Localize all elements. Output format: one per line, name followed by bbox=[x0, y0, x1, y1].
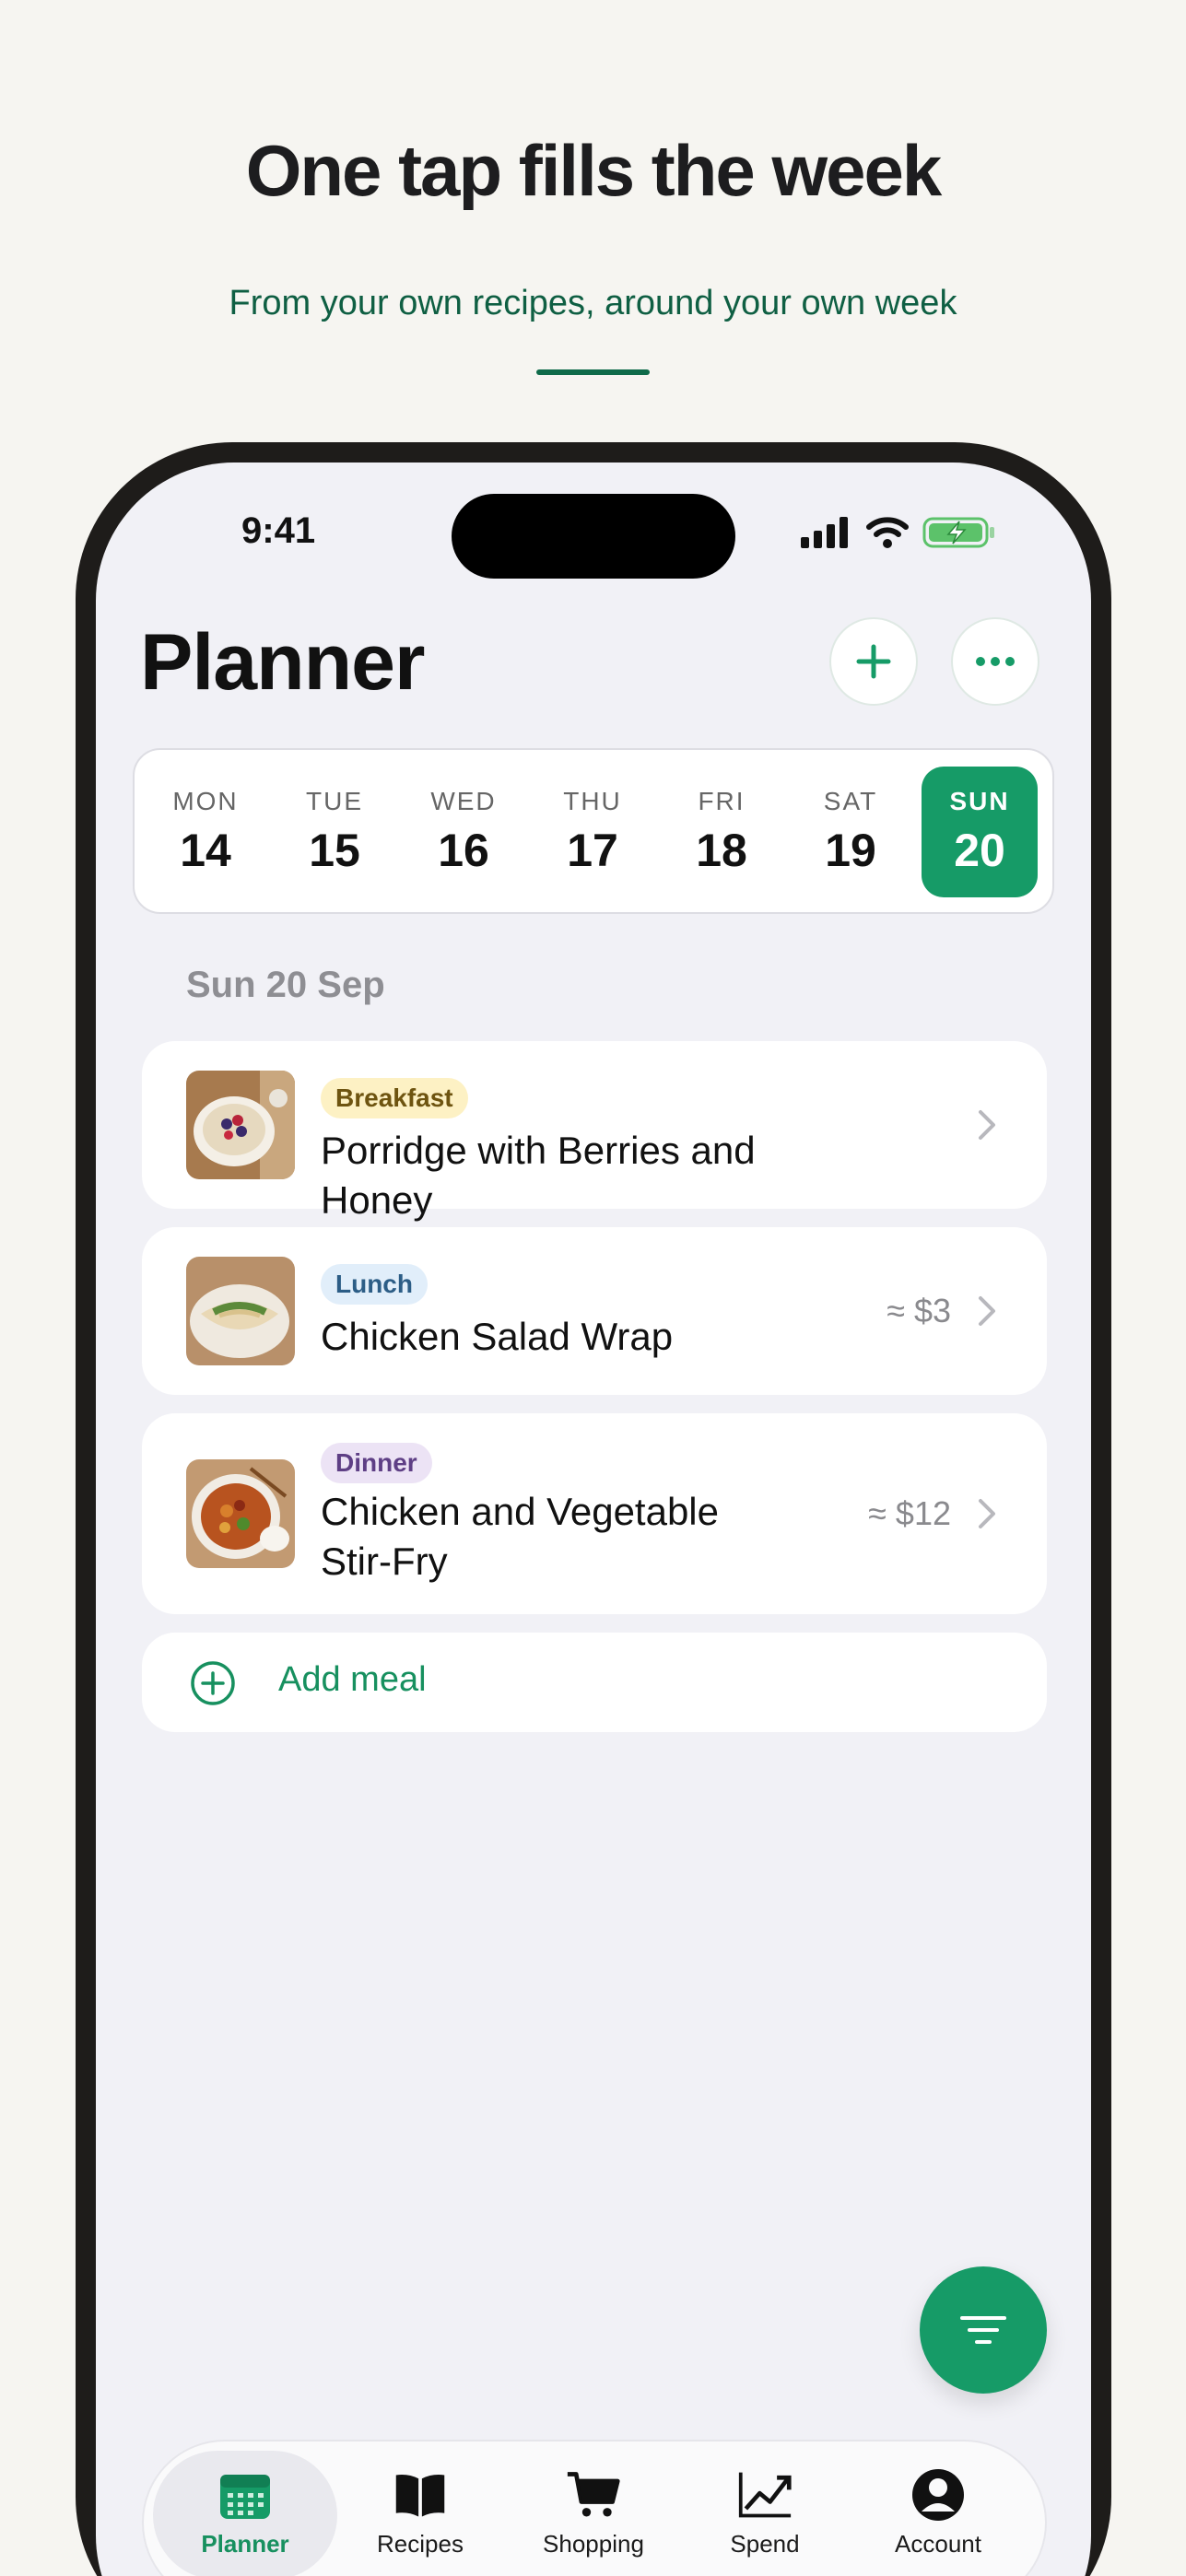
add-meal-button[interactable]: Add meal bbox=[142, 1633, 1047, 1732]
wifi-icon bbox=[866, 517, 909, 548]
day-number: 18 bbox=[696, 825, 747, 876]
day-label: TUE bbox=[306, 787, 363, 815]
page-title: Planner bbox=[140, 618, 425, 707]
ellipsis-icon bbox=[976, 657, 1015, 666]
day-label: THU bbox=[563, 787, 622, 815]
meal-card-lunch[interactable]: Lunch Chicken Salad Wrap ≈ $3 bbox=[142, 1227, 1047, 1395]
plus-circle-icon bbox=[191, 1661, 235, 1705]
day-label: WED bbox=[430, 787, 497, 815]
meal-name: Porridge with Berries and Honey bbox=[321, 1129, 756, 1222]
tab-spend[interactable]: Spend bbox=[673, 2451, 857, 2576]
more-button[interactable] bbox=[951, 617, 1039, 706]
tab-planner[interactable]: Planner bbox=[153, 2451, 337, 2576]
accent-divider bbox=[536, 369, 650, 375]
tab-label: Shopping bbox=[543, 2530, 644, 2558]
meal-card-dinner[interactable]: Dinner Chicken and Vegetable Stir-Fry ≈ … bbox=[142, 1413, 1047, 1614]
day-label: SAT bbox=[823, 787, 878, 815]
subhead: From your own recipes, around your own w… bbox=[229, 284, 957, 322]
chevron-right-icon bbox=[979, 1296, 995, 1326]
add-meal-label: Add meal bbox=[278, 1660, 427, 1699]
meal-name: Chicken and Vegetable Stir-Fry bbox=[321, 1490, 719, 1583]
day-tue[interactable]: TUE 15 bbox=[276, 767, 393, 897]
meal-tag: Lunch bbox=[321, 1264, 428, 1305]
tab-label: Account bbox=[895, 2530, 981, 2558]
day-number: 19 bbox=[825, 825, 876, 876]
section-date: Sun 20 Sep bbox=[186, 965, 385, 1005]
cart-icon bbox=[566, 2467, 621, 2523]
plus-icon bbox=[856, 644, 891, 679]
status-time: 9:41 bbox=[241, 510, 316, 551]
person-icon bbox=[910, 2467, 966, 2523]
day-number: 20 bbox=[954, 825, 1005, 876]
meal-price: ≈ $3 bbox=[887, 1292, 951, 1329]
week-day-selector: MON 14 TUE 15 WED 16 THU 17 FRI 18 SAT 1… bbox=[133, 748, 1054, 914]
dynamic-island bbox=[452, 494, 735, 579]
meal-thumbnail bbox=[186, 1071, 295, 1179]
day-mon[interactable]: MON 14 bbox=[147, 767, 264, 897]
signal-icon bbox=[801, 517, 848, 548]
battery-icon bbox=[922, 517, 994, 548]
day-label: MON bbox=[172, 787, 239, 815]
chevron-right-icon bbox=[979, 1499, 995, 1528]
day-label: SUN bbox=[949, 787, 1010, 815]
filter-button[interactable] bbox=[920, 2266, 1047, 2394]
tab-shopping[interactable]: Shopping bbox=[501, 2451, 686, 2576]
day-number: 14 bbox=[180, 825, 231, 876]
day-number: 15 bbox=[309, 825, 360, 876]
status-icons bbox=[801, 516, 996, 549]
day-sat[interactable]: SAT 19 bbox=[793, 767, 909, 897]
day-fri[interactable]: FRI 18 bbox=[663, 767, 780, 897]
meal-name: Chicken Salad Wrap bbox=[321, 1315, 674, 1358]
calendar-icon bbox=[217, 2467, 273, 2523]
day-sun[interactable]: SUN 20 bbox=[922, 767, 1038, 897]
tab-label: Recipes bbox=[377, 2530, 464, 2558]
add-button[interactable] bbox=[829, 617, 918, 706]
day-number: 17 bbox=[567, 825, 618, 876]
day-thu[interactable]: THU 17 bbox=[534, 767, 651, 897]
tab-account[interactable]: Account bbox=[846, 2451, 1030, 2576]
chart-icon bbox=[737, 2467, 793, 2523]
phone-screen: 9:41 Planner MON 14 TUE 15 WED 16 THU 17… bbox=[96, 463, 1091, 2576]
meal-card-breakfast[interactable]: Breakfast Porridge with Berries and Hone… bbox=[142, 1041, 1047, 1222]
headline: One tap fills the week bbox=[245, 130, 943, 211]
tab-label: Spend bbox=[730, 2530, 800, 2558]
tab-recipes[interactable]: Recipes bbox=[328, 2451, 512, 2576]
meal-thumbnail bbox=[186, 1459, 295, 1568]
day-number: 16 bbox=[438, 825, 489, 876]
meal-thumbnail bbox=[186, 1257, 295, 1365]
meal-price: ≈ $12 bbox=[868, 1494, 951, 1532]
meal-tag: Dinner bbox=[321, 1443, 432, 1483]
day-label: FRI bbox=[698, 787, 746, 815]
tab-label: Planner bbox=[201, 2530, 289, 2558]
book-icon bbox=[393, 2467, 448, 2523]
chevron-right-icon bbox=[979, 1110, 995, 1140]
day-wed[interactable]: WED 16 bbox=[405, 767, 522, 897]
tab-bar: Planner Recipes Shopping Spend Account bbox=[142, 2440, 1047, 2576]
filter-icon bbox=[960, 2316, 1006, 2344]
meal-tag: Breakfast bbox=[321, 1078, 468, 1118]
